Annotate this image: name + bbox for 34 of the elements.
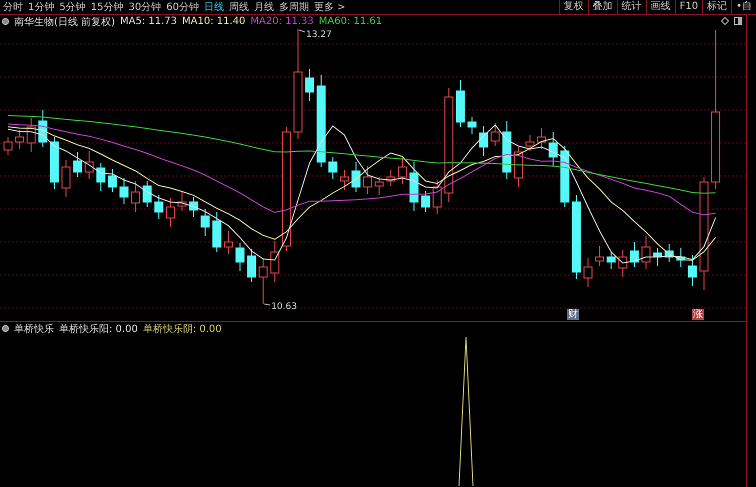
toolbar-button[interactable]: 叠加: [588, 0, 617, 14]
event-marker[interactable]: 涨: [692, 309, 704, 320]
toolbar-button[interactable]: 复权: [558, 0, 588, 14]
settings-icon[interactable]: [2, 18, 9, 25]
period-tab[interactable]: 5分钟: [58, 0, 87, 14]
toolbar-button[interactable]: •自: [731, 0, 756, 14]
ma-value: MA20: 11.33: [250, 16, 314, 27]
settings-icon[interactable]: [2, 325, 9, 332]
ma-value: MA60: 11.61: [318, 16, 382, 27]
period-tab[interactable]: 60分钟: [165, 0, 200, 14]
ma-value: MA10: 11.40: [182, 16, 246, 27]
indicator-name: 单桥快乐: [14, 322, 54, 336]
period-tab[interactable]: 月线: [252, 0, 275, 14]
toolbar-button[interactable]: F10: [674, 0, 702, 14]
period-tab[interactable]: 多周期: [278, 0, 310, 14]
period-tab[interactable]: 15分钟: [90, 0, 124, 14]
indicator-value: 单桥快乐阴: 0.00: [142, 322, 222, 336]
indicator-value: 单桥快乐阳: 0.00: [59, 322, 138, 336]
toolbar-button[interactable]: 统计: [616, 0, 646, 14]
ma-value: MA5: 11.73: [120, 16, 177, 27]
square-icon[interactable]: [734, 17, 742, 25]
toolbar-button[interactable]: 标记: [702, 0, 732, 14]
event-marker[interactable]: 财: [567, 309, 579, 320]
period-tab[interactable]: 1分钟: [27, 0, 56, 14]
period-tab[interactable]: 周线: [228, 0, 250, 14]
period-tab[interactable]: 分时: [2, 0, 24, 14]
toolbar-button[interactable]: 画线: [646, 0, 675, 14]
period-tab[interactable]: 30分钟: [127, 0, 162, 14]
high-price-label: 13.27: [298, 30, 332, 40]
diamond-icon[interactable]: [721, 17, 729, 25]
period-tab[interactable]: 日线: [202, 0, 225, 14]
period-tab[interactable]: 更多 >: [312, 0, 347, 14]
stock-title: 南华生物(日线 前复权): [14, 16, 115, 28]
low-price-label: 10.63: [264, 302, 297, 312]
